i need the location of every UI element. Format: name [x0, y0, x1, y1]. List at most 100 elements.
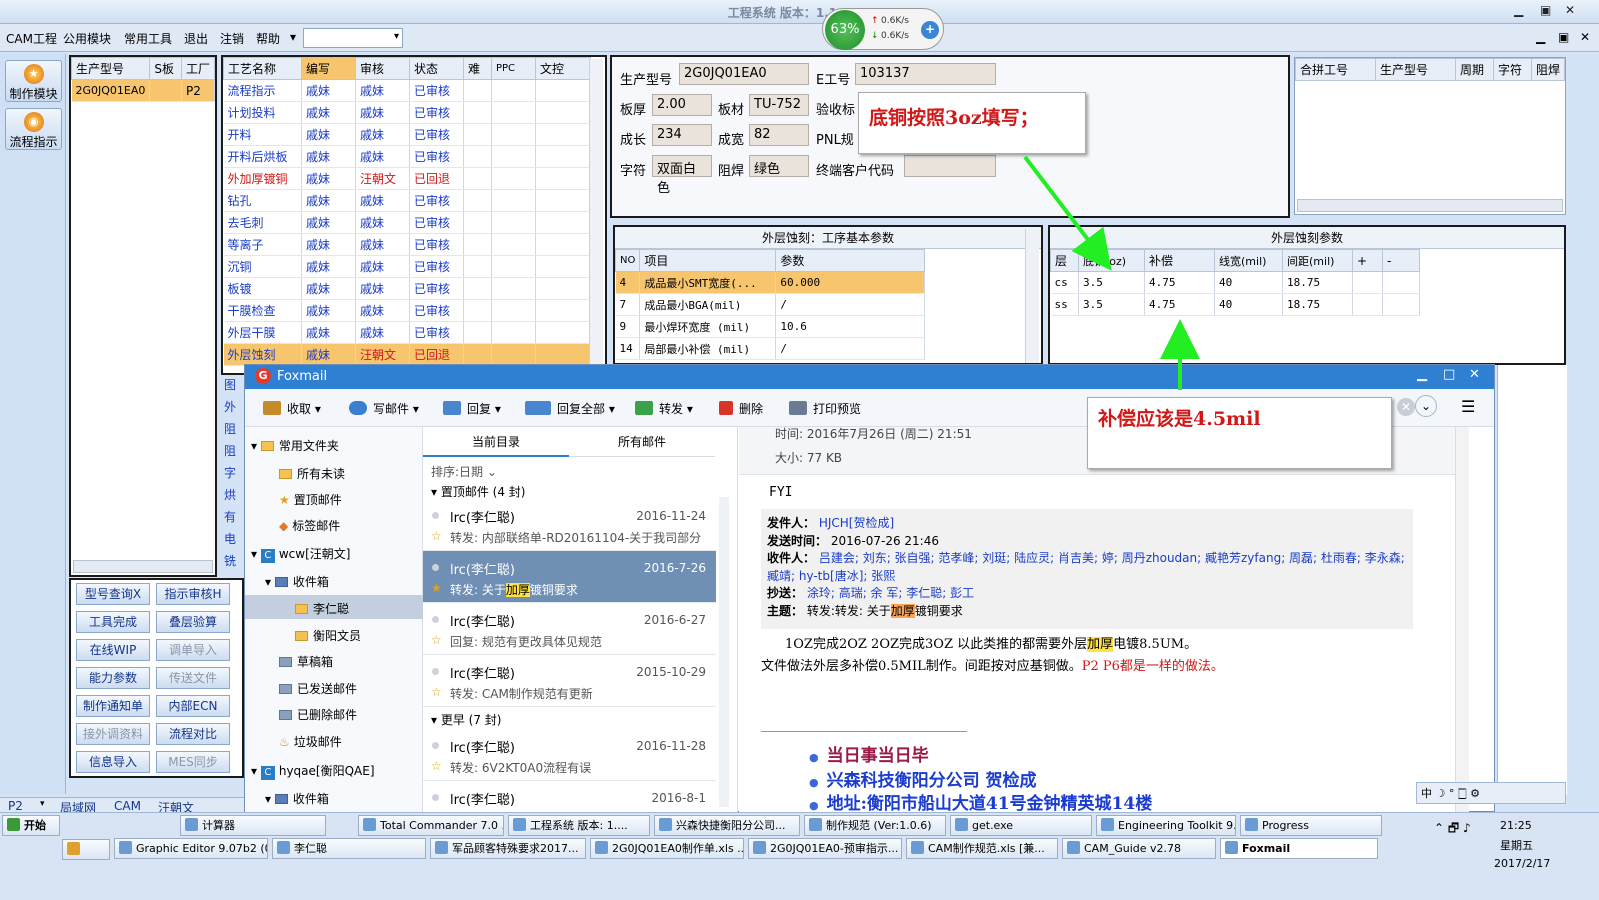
network-monitor-widget[interactable]: 63% ↑ 0.6K/s ↓ 0.6K/s + [822, 8, 944, 50]
col-process[interactable]: 工艺名称 [223, 57, 302, 80]
deleted-folder[interactable]: 已删除邮件 [279, 706, 357, 723]
taskbar-item[interactable]: 李仁聪 [272, 838, 426, 859]
taskbar-item[interactable]: 计算器 [180, 815, 326, 836]
process-row[interactable]: 外层干膜 戚妹 戚妹 已审核 [223, 321, 591, 344]
junk-folder[interactable]: ♨ 垃圾邮件 [279, 733, 342, 750]
minimize-icon[interactable]: ▁ [1514, 3, 1523, 17]
mdi-minimize-icon[interactable]: ▁ [1536, 30, 1545, 44]
menu-tools[interactable]: 常用工具 [124, 30, 172, 47]
reply-all-button[interactable]: 回复全部 ▾ [525, 400, 615, 417]
mdi-close-icon[interactable]: ✕ [1580, 30, 1590, 44]
group-earlier[interactable]: ▾ 更早 (7 封) [431, 711, 501, 728]
process-row[interactable]: 外层蚀刻 戚妹 汪朝文 已回退 [223, 343, 591, 366]
search-clear-icon[interactable]: ✕ [1397, 398, 1415, 416]
col-compensation[interactable]: 补偿 [1144, 249, 1215, 272]
mail-item[interactable]: lrc(李仁聪) 2016-11-24 ☆ 转发: 内部联络单-RD20161104-… [423, 499, 716, 551]
taskbar-item[interactable]: 兴森快捷衡阳分公司... [654, 815, 800, 836]
tool-button[interactable]: 能力参数 [76, 667, 150, 689]
status-dropdown-icon[interactable]: ▾ [40, 799, 45, 809]
char-field[interactable]: 双面白色 [652, 155, 712, 196]
taskbar-item[interactable]: Graphic Editor 9.07b2 (0... [114, 838, 268, 859]
etch-basic-row[interactable]: 14 局部最小补偿 (mil) / [615, 337, 925, 360]
account-hyqae[interactable]: ▾ Chyqae[衡阳QAE] [251, 762, 375, 780]
taskbar-item[interactable]: Total Commander 7.0 ... [358, 815, 504, 836]
col-merge-char[interactable]: 字符 [1492, 58, 1532, 81]
taskbar-item[interactable]: 制作规范 (Ver:1.0.6) [804, 815, 946, 836]
col-spacing[interactable]: 间距(mil) [1282, 249, 1353, 272]
process-row[interactable]: 钻孔 戚妹 戚妹 已审核 [223, 189, 591, 212]
tool-button[interactable]: MES同步 [156, 751, 230, 773]
taskbar-item[interactable]: Foxmail [1220, 838, 1378, 859]
col-plus[interactable]: + [1352, 249, 1383, 272]
col-minus[interactable]: - [1382, 249, 1420, 272]
tab-all[interactable]: 所有邮件 [569, 427, 715, 457]
col-layer[interactable]: 层 [1050, 249, 1079, 272]
inbox-folder[interactable]: ▾ 收件箱 [265, 573, 329, 590]
col-reviewer[interactable]: 审核 [355, 57, 410, 80]
tray-icons[interactable]: ⌃ 🗗 ♪ [1434, 819, 1471, 840]
fox-maximize-icon[interactable]: □ [1443, 367, 1455, 382]
reader-scrollbar[interactable] [1455, 427, 1469, 813]
horizontal-scrollbar[interactable] [73, 560, 213, 573]
taskbar-item[interactable]: Progress [1240, 815, 1382, 836]
tool-button[interactable]: 在线WIP [76, 639, 150, 661]
inbox-folder-2[interactable]: ▾ 收件箱 [265, 790, 329, 807]
vertical-scrollbar[interactable] [589, 59, 603, 371]
col-status[interactable]: 状态 [409, 57, 464, 80]
process-row[interactable]: 板镀 戚妹 戚妹 已审核 [223, 277, 591, 300]
col-merge-model[interactable]: 生产型号 [1374, 58, 1456, 81]
account-wcw[interactable]: ▾ Cwcw[汪朝文] [251, 545, 350, 563]
col-line-width[interactable]: 线宽(mil) [1214, 249, 1283, 272]
folder-hengyang-clerk[interactable]: 衡阳文员 [295, 627, 361, 644]
taskbar-item[interactable]: get.exe [950, 815, 1092, 836]
length-field[interactable]: 234 [652, 124, 712, 146]
pinned-folder[interactable]: ★ 置顶邮件 [279, 491, 342, 508]
thickness-field[interactable]: 2.00 [652, 94, 712, 116]
col-merge-mask[interactable]: 阻焊 [1530, 58, 1566, 81]
col-ppc[interactable]: PPC [491, 57, 536, 80]
col-factory[interactable]: 工厂 [180, 57, 216, 80]
mask-field[interactable]: 绿色 [749, 155, 809, 177]
ime-toolbar[interactable]: 中 ☽ ° 🀆 ⚙ [1416, 782, 1566, 804]
col-doc-control[interactable]: 文控 [535, 57, 591, 80]
mail-item-selected[interactable]: lrc(李仁聪) 2016-7-26 ★ 转发: 关于加厚镀铜要求 [423, 551, 716, 603]
mdi-restore-icon[interactable]: ▣ [1558, 30, 1569, 44]
process-row[interactable]: 沉铜 戚妹 戚妹 已审核 [223, 255, 591, 278]
sent-folder[interactable]: 已发送邮件 [279, 680, 357, 697]
menu-combo[interactable]: ▾ [303, 28, 403, 48]
mail-item[interactable]: lrc(李仁聪) 2016-6-27 ☆ 回复: 规范有更改具体见规范 [423, 603, 716, 655]
customer-code-field[interactable] [904, 155, 996, 177]
make-module-button[interactable]: ★ 制作模块 [5, 60, 62, 102]
close-icon[interactable]: ✕ [1565, 3, 1575, 17]
flow-guide-button[interactable]: ◉ 流程指示 [5, 108, 62, 150]
menu-exit[interactable]: 退出 [184, 30, 208, 47]
etch-basic-row[interactable]: 9 最小焊环宽度 (mil) 10.6 [615, 315, 925, 338]
taskbar-item[interactable]: 2G0JQ01EA0-预审指示... [748, 838, 902, 859]
col-param[interactable]: 参数 [775, 249, 925, 272]
taskbar-item[interactable]: Engineering Toolkit 9.... [1096, 815, 1236, 836]
cc-value[interactable]: 涂玲; 高瑞; 余 军; 李仁聪; 彭工 [807, 586, 974, 600]
sort-label[interactable]: 排序:日期 ⌄ [431, 463, 497, 480]
process-row[interactable]: 等离子 戚妹 戚妹 已审核 [223, 233, 591, 256]
tab-current[interactable]: 当前目录 [423, 427, 569, 457]
forward-button[interactable]: 转发 ▾ [635, 400, 693, 417]
col-model[interactable]: 生产型号 [70, 57, 151, 80]
etch-basic-scrollbar[interactable] [1025, 229, 1039, 363]
col-merge-cycle[interactable]: 周期 [1454, 58, 1494, 81]
tool-button[interactable]: 内部ECN [156, 695, 230, 717]
etch-param-row[interactable]: cs 3.5 4.75 40 18.75 [1050, 271, 1420, 294]
process-row[interactable]: 去毛刺 戚妹 戚妹 已审核 [223, 211, 591, 234]
to-value[interactable]: 吕建会; 刘东; 张自强; 范孝峰; 刘珽; 陆应灵; 肖吉美; 婷; 周丹zh… [767, 551, 1405, 583]
receive-button[interactable]: 收取 ▾ [263, 400, 321, 417]
product-row[interactable]: 2G0JQ01EA0 P2 [71, 79, 216, 102]
from-value[interactable]: HJCH[贺检成] [819, 516, 894, 530]
process-row[interactable]: 计划投料 戚妹 戚妹 已审核 [223, 101, 591, 124]
restore-icon[interactable]: ▣ [1540, 3, 1551, 17]
col-merge-no[interactable]: 合拼工号 [1295, 58, 1376, 81]
tool-button[interactable]: 型号查询X [76, 583, 150, 605]
tool-button[interactable]: 叠层验算 [156, 611, 230, 633]
all-unread-folder[interactable]: 所有未读 [279, 465, 345, 482]
col-base-copper[interactable]: 底铜(oz) [1078, 249, 1145, 272]
quick-launch[interactable] [62, 839, 110, 860]
menu-common-module[interactable]: 公用模块 [63, 30, 111, 47]
